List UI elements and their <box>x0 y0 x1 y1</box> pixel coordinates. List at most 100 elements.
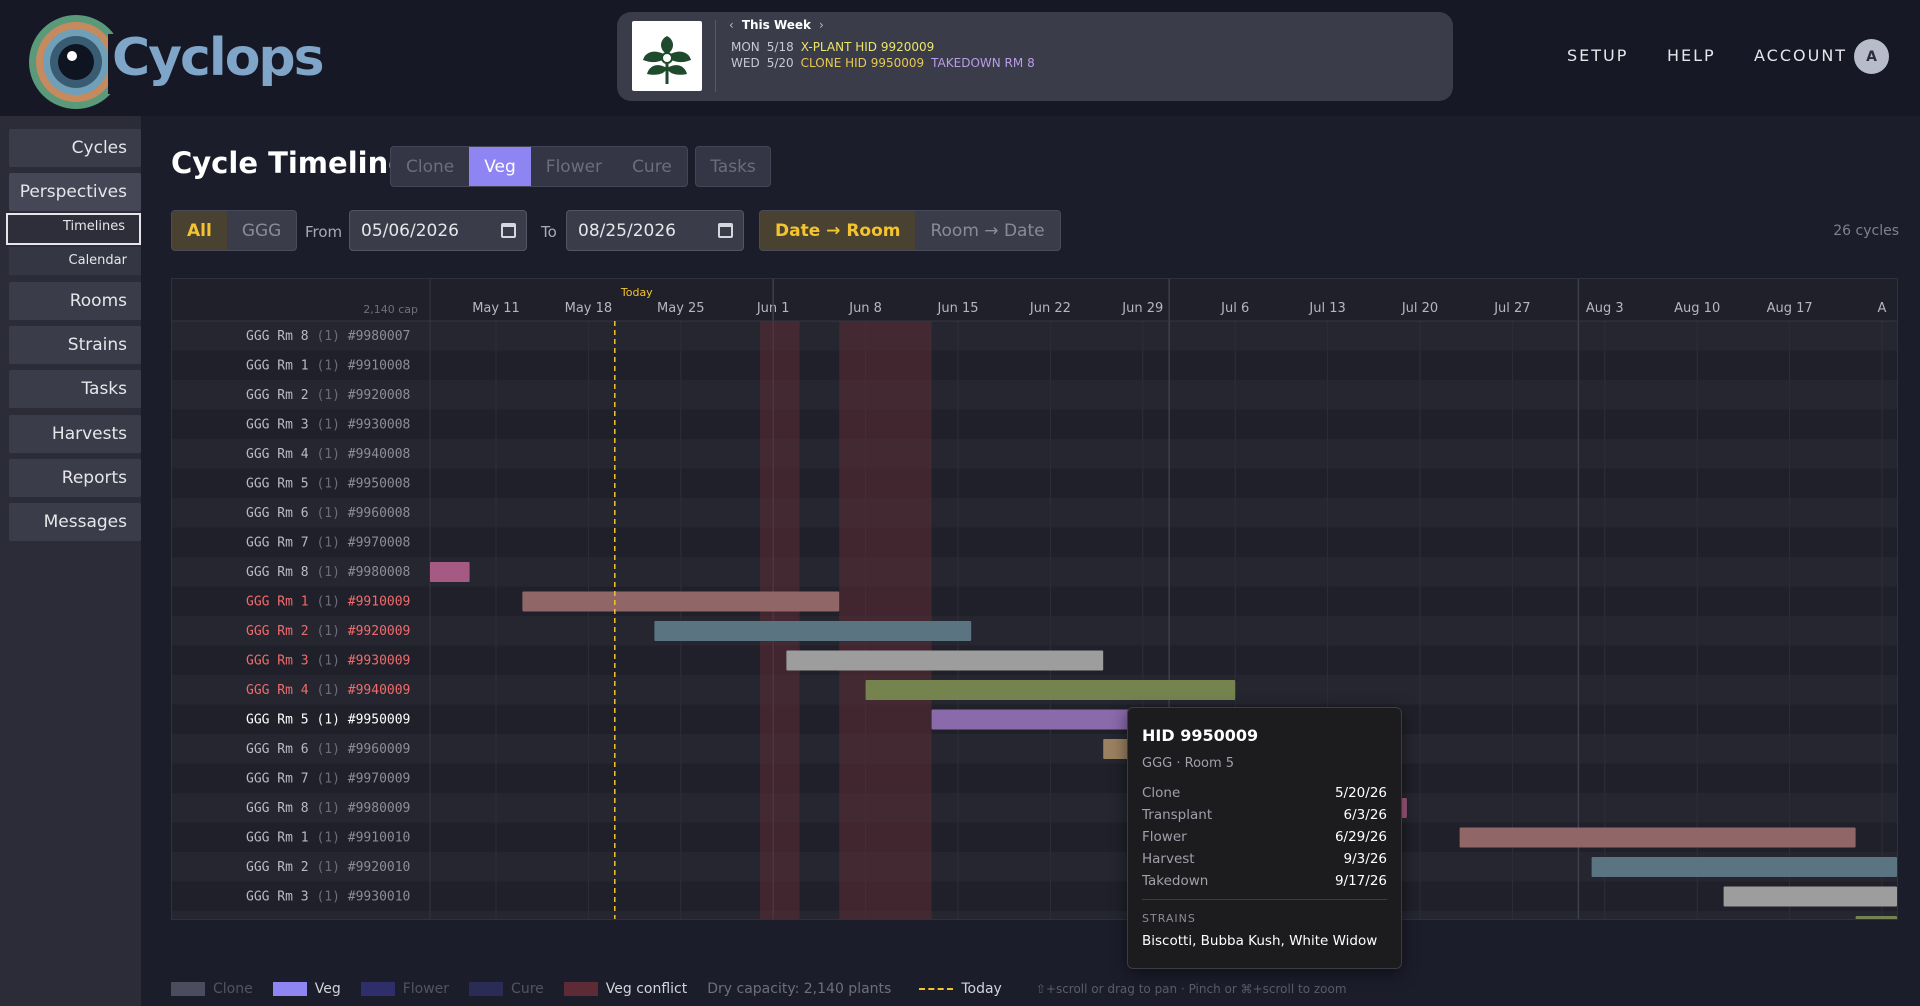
row-hid: #9970009 <box>348 772 411 787</box>
tooltip-row: Flower 6/29/26 <box>1142 829 1387 845</box>
row-label: GGG Rm 6 (1) #9960009 <box>246 742 410 757</box>
timeline-row-bg <box>172 439 1897 469</box>
cycle-bar[interactable] <box>786 650 1104 671</box>
event-day: MON <box>731 40 760 54</box>
row-count: (1) <box>316 772 347 787</box>
week-event-row: WED 5/20 CLONE HID 9950009 TAKEDOWN RM 8 <box>731 56 1035 70</box>
week-tick-label: Jun 15 <box>937 301 979 316</box>
timeline-row-bg <box>172 793 1897 823</box>
tooltip-value: 6/29/26 <box>1334 829 1387 845</box>
page-title: Cycle Timeline <box>171 146 408 180</box>
row-room: GGG Rm 8 <box>246 801 316 816</box>
row-count: (1) <box>316 388 347 403</box>
tab-flower[interactable]: Flower <box>531 147 617 186</box>
cycle-bar[interactable] <box>865 680 1236 700</box>
legend-capacity: Dry capacity: 2,140 plants <box>707 981 892 997</box>
row-label: GGG Rm 5 (1) #9950009 <box>246 713 410 728</box>
row-hid: #9950008 <box>348 477 411 492</box>
week-next-button[interactable]: › <box>819 18 824 32</box>
tooltip-value: 9/3/26 <box>1343 851 1387 867</box>
veg-conflict-band <box>839 321 932 919</box>
company-logo <box>632 21 702 91</box>
cycle-bar[interactable] <box>430 562 470 582</box>
row-count: (1) <box>316 329 347 344</box>
row-count: (1) <box>316 713 347 728</box>
to-label: To <box>541 223 557 241</box>
event-clone[interactable]: CLONE HID 9950009 <box>801 56 925 70</box>
event-xplant[interactable]: X-PLANT HID 9920009 <box>801 40 935 54</box>
tooltip-title: HID 9950009 <box>1142 726 1259 745</box>
row-hid: #9940009 <box>348 683 411 698</box>
brand-logo[interactable]: Cyclops <box>28 14 325 110</box>
tasks-toggle-button[interactable]: Tasks <box>695 146 771 187</box>
timeline-row-bg <box>172 911 1897 919</box>
sidebar-item-rooms[interactable]: Rooms <box>9 282 141 320</box>
legend-label-today: Today <box>961 981 1002 997</box>
sidebar-subitem-timelines[interactable]: Timelines <box>6 213 141 245</box>
row-hid: #9930008 <box>348 418 411 433</box>
help-link[interactable]: HELP <box>1667 46 1716 65</box>
setup-link[interactable]: SETUP <box>1567 46 1628 65</box>
cycle-bar[interactable] <box>1591 857 1897 877</box>
row-hid: #9910010 <box>348 831 411 846</box>
tooltip-phase-list: Clone 5/20/26 Transplant 6/3/26 Flower 6/29… <box>1142 785 1387 889</box>
timeline-row-bg <box>172 763 1897 793</box>
cycle-bar[interactable] <box>654 621 972 641</box>
cycle-tooltip: HID 9950009 GGG · Room 5 Clone 5/20/26 Tr… <box>1127 707 1402 969</box>
legend-veg-conflict: Veg conflict <box>563 981 687 997</box>
sidebar-item-tasks[interactable]: Tasks <box>9 370 141 408</box>
row-room: GGG Rm 3 <box>246 418 316 433</box>
timeline-chart[interactable]: May 11 May 18 May 25 Jun 1 Jun 8 Jun 15 Jun 22… <box>172 279 1898 920</box>
tab-veg[interactable]: Veg <box>469 147 531 186</box>
leaf-icon <box>643 36 691 84</box>
filter-ggg[interactable]: GGG <box>227 211 297 250</box>
event-day: WED <box>731 56 760 70</box>
tooltip-divider <box>1142 899 1387 900</box>
cycle-bar[interactable] <box>522 591 840 612</box>
sidebar-item-cycles[interactable]: Cycles <box>9 129 141 167</box>
avatar[interactable]: A <box>1854 39 1889 74</box>
legend-swatch-flower <box>360 982 395 996</box>
calendar-icon[interactable] <box>501 223 516 238</box>
tab-clone[interactable]: Clone <box>391 147 469 186</box>
legend-clone: Clone <box>171 981 253 997</box>
tab-cure[interactable]: Cure <box>617 147 687 186</box>
week-prev-button[interactable]: ‹ <box>729 18 734 32</box>
to-date-input[interactable]: 08/25/2026 <box>566 210 744 251</box>
week-tick-label: Jul 13 <box>1308 301 1345 316</box>
cycle-timeline[interactable]: May 11 May 18 May 25 Jun 1 Jun 8 Jun 15 Jun 22… <box>171 278 1898 920</box>
row-hid: #9940008 <box>348 447 411 462</box>
row-count: (1) <box>316 860 347 875</box>
row-count: (1) <box>316 447 347 462</box>
sidebar-item-reports[interactable]: Reports <box>9 459 141 497</box>
row-count: (1) <box>316 654 347 669</box>
row-room: GGG Rm 1 <box>246 359 316 374</box>
sidebar-item-messages[interactable]: Messages <box>9 503 141 541</box>
timeline-legend: Clone Veg Flower Cure Veg conflict Dry c… <box>171 980 1347 998</box>
cycle-bar[interactable] <box>1459 827 1856 848</box>
row-count: (1) <box>316 565 347 580</box>
row-room: GGG Rm 8 <box>246 329 316 344</box>
account-link[interactable]: ACCOUNT <box>1754 46 1847 65</box>
row-hid: #9970008 <box>348 536 411 551</box>
filter-all[interactable]: All <box>172 211 227 250</box>
row-room: GGG Rm 2 <box>246 624 316 639</box>
event-takedown[interactable]: TAKEDOWN RM 8 <box>931 56 1035 70</box>
sidebar-item-strains[interactable]: Strains <box>9 326 141 364</box>
sidebar-item-harvests[interactable]: Harvests <box>9 415 141 453</box>
timeline-row-bg <box>172 616 1897 646</box>
calendar-icon[interactable] <box>718 223 733 238</box>
sidebar-item-perspectives[interactable]: Perspectives <box>9 173 141 211</box>
row-room: GGG Rm 4 <box>246 447 316 462</box>
sidebar-subitem-calendar[interactable]: Calendar <box>9 247 141 275</box>
week-tick-label: Jul 6 <box>1220 301 1249 316</box>
timeline-row-bg <box>172 380 1897 410</box>
from-date-input[interactable]: 05/06/2026 <box>349 210 527 251</box>
cycle-bar[interactable] <box>1723 886 1897 907</box>
row-label: GGG Rm 1 (1) #9910010 <box>246 831 410 846</box>
row-label: GGG Rm 8 (1) #9980008 <box>246 565 410 580</box>
row-label: GGG Rm 4 (1) #9940010 <box>246 919 410 920</box>
sort-date-room[interactable]: Date → Room <box>760 211 916 250</box>
cycle-bar[interactable] <box>1855 916 1897 920</box>
sort-room-date[interactable]: Room → Date <box>915 211 1059 250</box>
